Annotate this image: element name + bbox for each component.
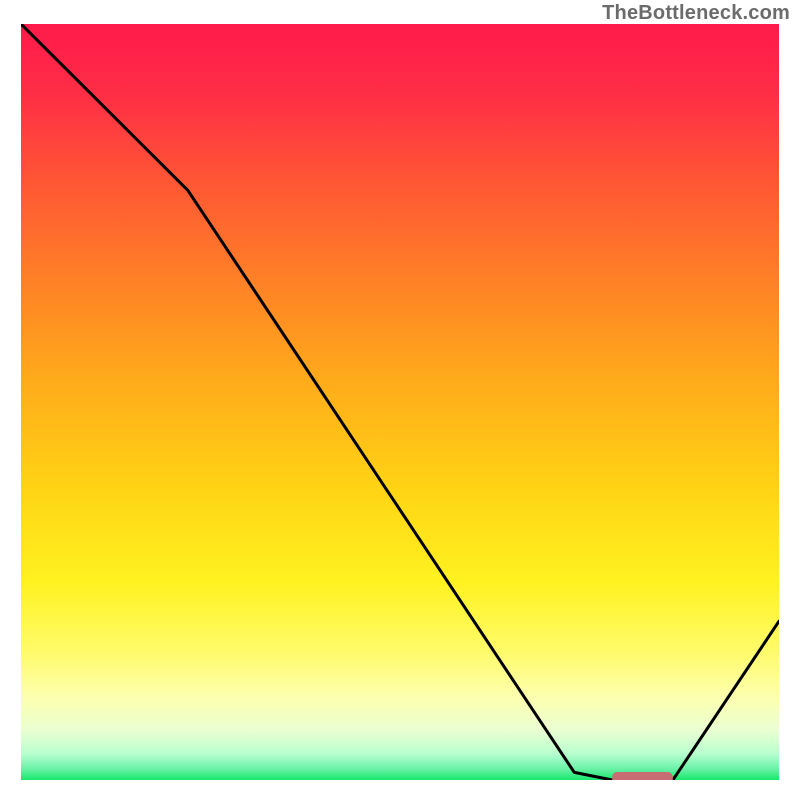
optimal-range-marker <box>612 772 673 780</box>
watermark-text: TheBottleneck.com <box>602 2 790 25</box>
chart-container: TheBottleneck.com <box>0 0 800 800</box>
chart-svg <box>21 24 779 780</box>
plot-area <box>21 24 779 780</box>
